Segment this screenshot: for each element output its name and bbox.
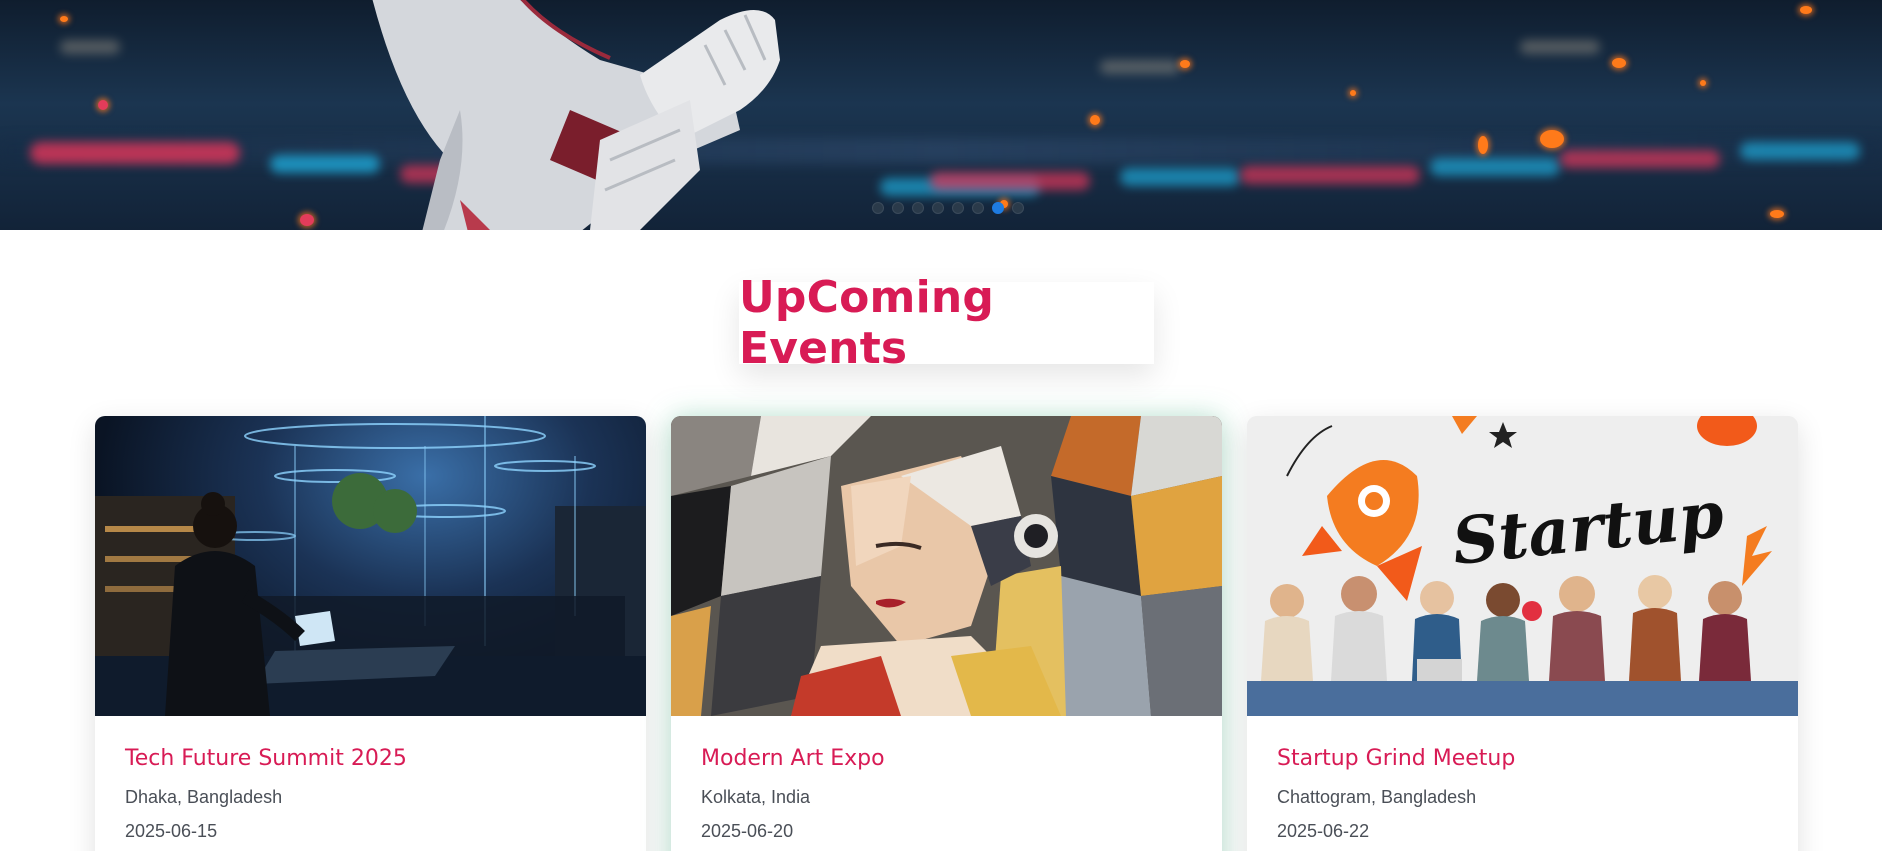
hero-banner [0, 0, 1882, 230]
bokeh-light [1520, 40, 1600, 54]
spark [1612, 58, 1626, 68]
event-location: Kolkata, India [701, 787, 811, 807]
spark [1478, 136, 1488, 154]
bokeh-light [1430, 158, 1560, 176]
event-title[interactable]: Modern Art Expo [701, 746, 1192, 771]
spark [1350, 90, 1356, 96]
event-date: 2025-06-22 [1277, 821, 1370, 841]
bokeh-light [1560, 150, 1720, 168]
spark [1800, 6, 1812, 14]
section-title: UpComing Events [739, 272, 995, 374]
spark [1090, 115, 1100, 125]
bokeh-light [930, 172, 1090, 190]
event-date: 2025-06-20 [701, 821, 794, 841]
spark [300, 214, 314, 226]
bokeh-light [1740, 142, 1860, 160]
spark [1180, 60, 1190, 68]
event-location: Dhaka, Bangladesh [125, 787, 283, 807]
cricketer-image [372, 0, 780, 230]
spark [1770, 210, 1784, 218]
spark [98, 100, 108, 110]
startup-team-image: Startup [1247, 416, 1798, 716]
bokeh-light [1240, 166, 1420, 184]
spark [1700, 80, 1706, 86]
bokeh-light [1120, 168, 1240, 186]
cubist-portrait-image [671, 416, 1222, 716]
carousel-dot[interactable] [992, 202, 1004, 214]
event-title[interactable]: Tech Future Summit 2025 [125, 746, 616, 771]
event-location: Chattogram, Bangladesh [1277, 787, 1477, 807]
carousel-dot[interactable] [912, 202, 924, 214]
carousel-dot[interactable] [892, 202, 904, 214]
carousel-dot[interactable] [932, 202, 944, 214]
bokeh-light [60, 40, 120, 54]
event-card[interactable]: Modern Art Expo Kolkata, India 2025-06-2… [671, 416, 1222, 851]
event-title[interactable]: Startup Grind Meetup [1277, 746, 1768, 771]
carousel-dot[interactable] [952, 202, 964, 214]
spark [60, 16, 68, 22]
upcoming-events-section: UpComing Events Tech Future Summit 2025 … [0, 230, 1882, 851]
bokeh-light [30, 142, 240, 164]
spark [1540, 130, 1564, 148]
carousel-dots [872, 202, 1024, 214]
event-card[interactable]: Startup Startup Grind Meetup Chattogram,… [1247, 416, 1798, 851]
tech-city-image [95, 416, 646, 716]
section-title-box: UpComing Events [739, 272, 1154, 374]
event-card[interactable]: Tech Future Summit 2025 Dhaka, Banglades… [95, 416, 646, 851]
bokeh-light [1100, 60, 1180, 74]
event-cards: Tech Future Summit 2025 Dhaka, Banglades… [95, 416, 1798, 851]
event-date: 2025-06-15 [125, 821, 218, 841]
carousel-dot[interactable] [872, 202, 884, 214]
carousel-dot[interactable] [972, 202, 984, 214]
carousel-dot[interactable] [1012, 202, 1024, 214]
